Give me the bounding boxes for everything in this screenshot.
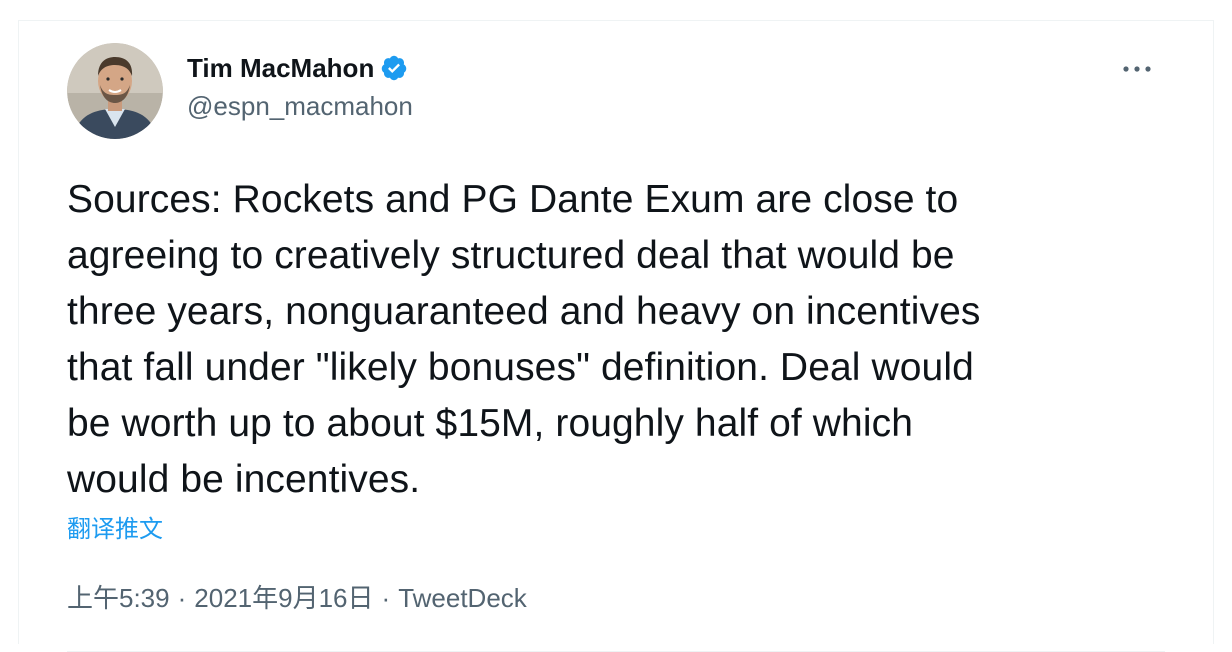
more-horizontal-icon [1123,66,1151,72]
display-name[interactable]: Tim MacMahon [187,51,374,85]
tweet-date[interactable]: 2021年9月16日 [194,581,373,615]
meta-separator: · [177,583,187,613]
meta-separator: · [381,583,391,613]
more-options-button[interactable] [1117,59,1157,79]
tweet-time[interactable]: 上午5:39 [67,581,170,615]
translate-tweet-link[interactable]: 翻译推文 [67,514,163,546]
tweet-card: Tim MacMahon @espn_macmahon Sources: Roc… [18,20,1214,652]
display-name-row: Tim MacMahon [187,51,413,85]
person-avatar-icon [67,43,163,139]
verified-badge-icon [380,54,408,82]
tweet-source-link[interactable]: TweetDeck [398,581,527,615]
handle[interactable]: @espn_macmahon [187,89,413,123]
tweet-meta: 上午5:39 · 2021年9月16日 · TweetDeck [67,581,527,615]
avatar[interactable] [67,43,163,139]
author-block: Tim MacMahon @espn_macmahon [187,51,413,123]
tweet-text: Sources: Rockets and PG Dante Exum are c… [67,178,981,501]
